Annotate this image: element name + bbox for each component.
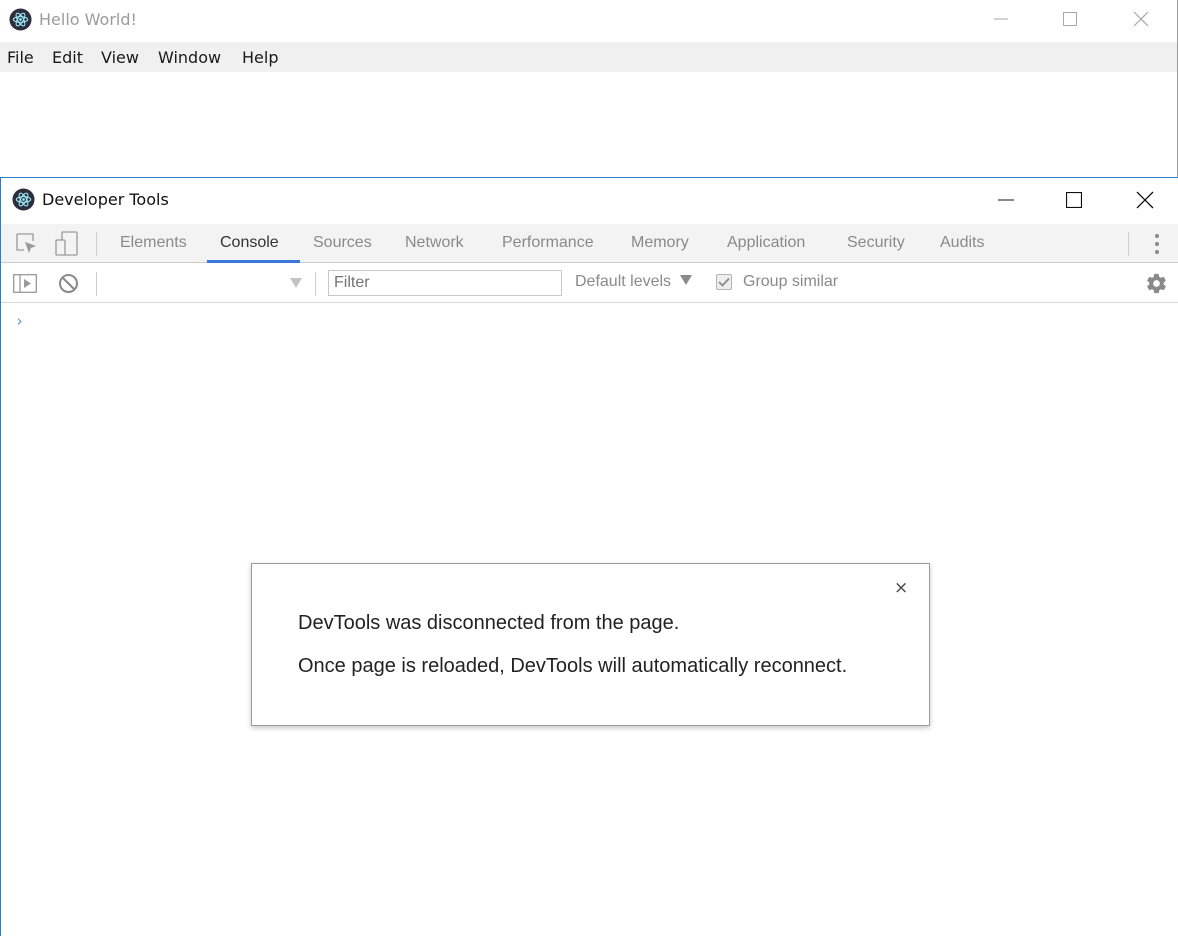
electron-logo-icon: [9, 8, 32, 31]
maximize-icon: [1066, 192, 1082, 208]
tab-elements[interactable]: Elements: [120, 234, 187, 252]
dialog-close-button[interactable]: ×: [894, 578, 908, 598]
tab-application[interactable]: Application: [727, 234, 805, 252]
more-options-icon[interactable]: [1153, 233, 1161, 255]
window-title: Hello World!: [39, 10, 137, 29]
tab-performance[interactable]: Performance: [502, 234, 594, 252]
devtools-title: Developer Tools: [42, 190, 169, 209]
dialog-message-line-1: DevTools was disconnected from the page.: [298, 612, 680, 634]
tab-security[interactable]: Security: [847, 234, 905, 252]
app-titlebar: Hello World!: [0, 0, 1177, 41]
toolbar-divider: [1128, 232, 1129, 256]
dialog-message-line-2: Once page is reloaded, DevTools will aut…: [298, 655, 848, 677]
console-prompt[interactable]: ›: [15, 312, 24, 330]
device-toolbar-icon[interactable]: [55, 231, 79, 257]
menu-bar: File Edit View Window Help: [0, 42, 1177, 72]
minimize-icon: [998, 199, 1014, 201]
clear-console-icon[interactable]: [58, 273, 79, 294]
close-icon: [1136, 191, 1154, 209]
devtools-tab-bar: Elements Console Sources Network Perform…: [1, 224, 1178, 263]
devtools-window: Developer Tools Elements Console Sources…: [0, 177, 1178, 936]
toolbar-divider: [96, 272, 97, 296]
settings-gear-icon[interactable]: [1145, 272, 1168, 295]
close-icon: [1133, 11, 1149, 27]
tab-console[interactable]: Console: [220, 234, 279, 252]
close-button[interactable]: [1118, 2, 1164, 36]
tab-sources[interactable]: Sources: [313, 234, 372, 252]
tab-audits[interactable]: Audits: [940, 234, 984, 252]
menu-file[interactable]: File: [7, 48, 34, 67]
devtools-titlebar: Developer Tools: [1, 178, 1178, 222]
group-similar-label: Group similar: [743, 273, 839, 290]
devtools-close-button[interactable]: [1122, 183, 1168, 217]
show-sidebar-icon[interactable]: [13, 274, 37, 293]
console-toolbar: Default levels Group similar: [1, 264, 1178, 303]
maximize-button[interactable]: [1047, 2, 1093, 36]
devtools-minimize-button[interactable]: [983, 183, 1029, 217]
group-similar-checkbox[interactable]: [716, 274, 732, 290]
minimize-icon: [994, 18, 1008, 20]
disconnected-dialog: × DevTools was disconnected from the pag…: [251, 563, 930, 726]
hello-world-window: Hello World! File Edit View Window Help: [0, 0, 1178, 178]
default-levels-label: Default levels: [575, 273, 672, 290]
tab-network[interactable]: Network: [405, 234, 464, 252]
electron-logo-icon: [12, 188, 35, 211]
menu-edit[interactable]: Edit: [52, 48, 83, 67]
context-dropdown-icon[interactable]: [290, 278, 302, 288]
filter-input[interactable]: [328, 270, 562, 296]
menu-help[interactable]: Help: [242, 48, 278, 67]
chevron-down-icon: [679, 275, 692, 285]
minimize-button[interactable]: [978, 2, 1024, 36]
maximize-icon: [1063, 12, 1077, 26]
menu-view[interactable]: View: [101, 48, 139, 67]
check-icon: [718, 277, 730, 287]
inspect-element-icon[interactable]: [16, 233, 38, 255]
active-tab-indicator: [207, 260, 300, 263]
devtools-maximize-button[interactable]: [1051, 183, 1097, 217]
tab-memory[interactable]: Memory: [631, 234, 689, 252]
menu-window[interactable]: Window: [158, 48, 221, 67]
default-levels-dropdown[interactable]: Default levels: [575, 273, 692, 291]
toolbar-divider: [315, 272, 316, 296]
toolbar-divider: [96, 232, 97, 256]
